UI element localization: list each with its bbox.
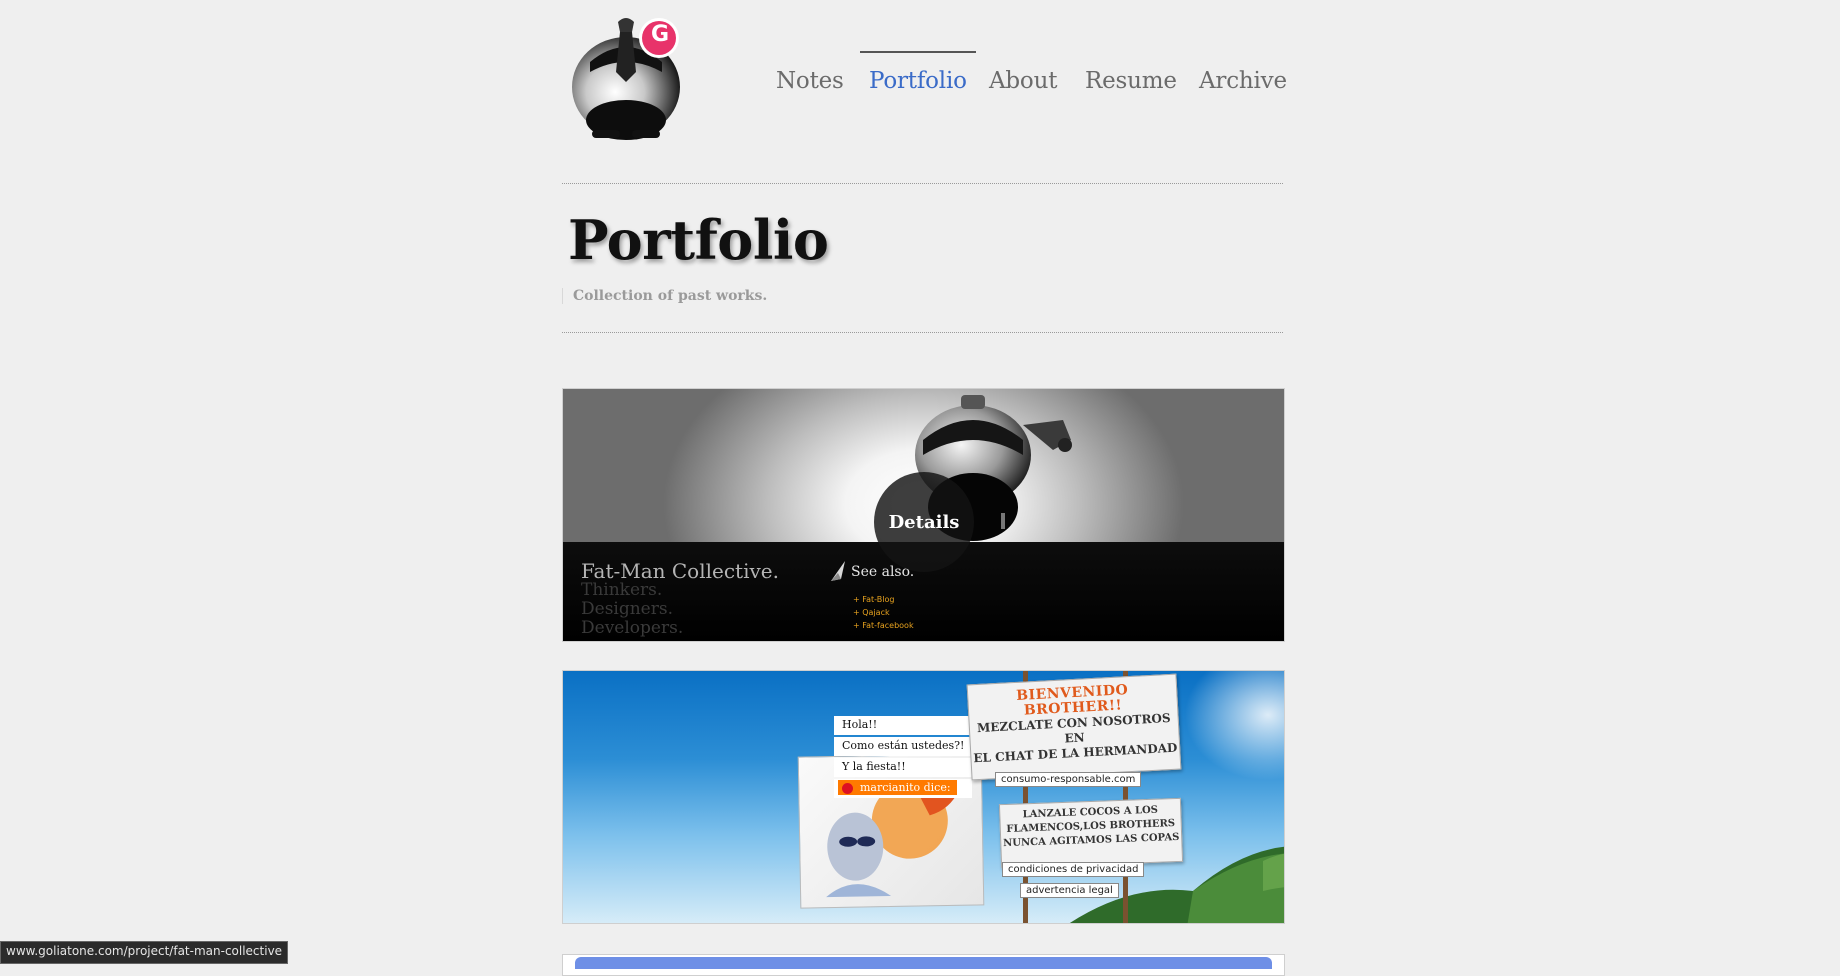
arrow-sign: LANZALE COCOS A LOS FLAMENCOS,LOS BROTHE… xyxy=(998,797,1184,869)
tag-consumo[interactable]: consumo-responsable.com xyxy=(995,772,1142,787)
chat-line: Hola!! xyxy=(838,717,882,732)
chat-line: Y la fiesta!! xyxy=(838,759,910,774)
link-fat-facebook[interactable]: + Fat-facebook xyxy=(853,619,914,632)
page-title: Portfolio xyxy=(568,208,829,272)
tagline-line: Developers. xyxy=(581,618,684,638)
tagline-line: Thinkers. xyxy=(581,580,663,600)
nav-portfolio[interactable]: Portfolio xyxy=(860,51,976,94)
nav-resume[interactable]: Resume xyxy=(1085,68,1177,94)
cloud-graphic xyxy=(1184,671,1284,781)
project-banner xyxy=(575,957,1272,969)
nav-about[interactable]: About xyxy=(989,68,1057,94)
title-divider xyxy=(562,332,1283,333)
project-card-partial[interactable] xyxy=(562,954,1285,976)
link-fat-blog[interactable]: + Fat-Blog xyxy=(853,593,914,606)
welcome-sign: BIENVENIDO BROTHER!! MEZCLATE CON NOSOTR… xyxy=(966,673,1182,781)
chat-line: Como están ustedes?! xyxy=(838,738,969,753)
chat-bubble: Hola!! Como están ustedes?! Y la fiesta!… xyxy=(834,716,973,800)
status-bar-url: www.goliatone.com/project/fat-man-collec… xyxy=(0,941,289,964)
page-subtitle: Collection of past works. xyxy=(562,288,767,304)
project-tagline: Thinkers. Designers. Developers. xyxy=(581,581,683,638)
link-qajack[interactable]: + Qajack xyxy=(853,606,914,619)
see-also-links: + Fat-Blog + Qajack + Fat-facebook xyxy=(853,593,914,632)
paper-plane-icon xyxy=(831,561,845,581)
main-nav: Notes Portfolio About Resume Archive xyxy=(562,0,1287,120)
project-card-fat-man[interactable]: Fat-Man Collective. Thinkers. Designers.… xyxy=(562,388,1285,642)
nav-archive[interactable]: Archive xyxy=(1199,68,1287,94)
tagline-line: Designers. xyxy=(581,599,673,619)
nav-notes[interactable]: Notes xyxy=(776,68,844,94)
project-card-brothers[interactable]: Hola!! Como están ustedes?! Y la fiesta!… xyxy=(562,670,1285,924)
tag-privacidad[interactable]: condiciones de privacidad xyxy=(1002,862,1145,877)
header-divider xyxy=(562,183,1283,184)
details-button[interactable]: Details xyxy=(874,472,974,572)
tag-advertencia[interactable]: advertencia legal xyxy=(1020,883,1119,898)
chat-speaker: marcianito dice: xyxy=(838,780,957,795)
